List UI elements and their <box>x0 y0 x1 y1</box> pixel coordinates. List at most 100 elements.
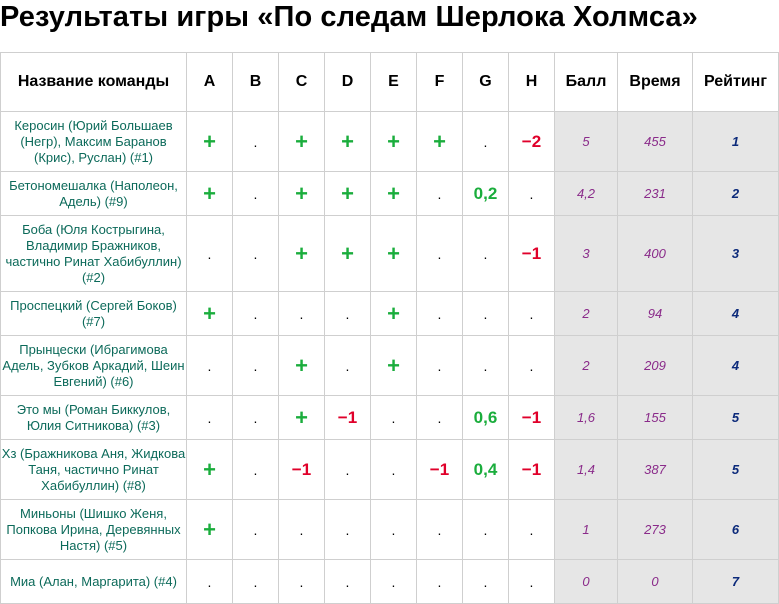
question-result-cell: −1 <box>278 439 325 500</box>
question-result-cell: . <box>232 291 279 336</box>
table-row: Миньоны (Шишко Женя, Попкова Ирина, Дере… <box>0 499 779 560</box>
team-name-cell: Бетономешалка (Наполеон, Адель) (#9) <box>0 171 187 216</box>
empty-mark: . <box>483 522 488 538</box>
question-result-cell: + <box>278 171 325 216</box>
question-result-cell: . <box>324 559 371 604</box>
table-row: Это мы (Роман Биккулов, Юлия Ситникова) … <box>0 395 779 440</box>
correct-mark: + <box>387 300 400 326</box>
score-cell: 2 <box>554 291 618 336</box>
question-result-cell: −2 <box>508 111 555 172</box>
team-name-cell: Миа (Алан, Маргарита) (#4) <box>0 559 187 604</box>
empty-mark: . <box>299 574 304 590</box>
score-cell: 1,6 <box>554 395 618 440</box>
question-result-cell: −1 <box>416 439 463 500</box>
empty-mark: . <box>437 246 442 262</box>
question-header-d: D <box>324 52 371 112</box>
penalty-mark: −1 <box>521 460 542 479</box>
question-result-cell: 0,2 <box>462 171 509 216</box>
question-result-cell: . <box>508 335 555 396</box>
question-result-cell: + <box>186 111 233 172</box>
question-result-cell: . <box>508 499 555 560</box>
empty-mark: . <box>207 358 212 374</box>
question-result-cell: + <box>370 291 417 336</box>
question-header-b: B <box>232 52 279 112</box>
empty-mark: . <box>391 574 396 590</box>
question-result-cell: . <box>186 395 233 440</box>
question-result-cell: + <box>370 335 417 396</box>
empty-mark: . <box>345 522 350 538</box>
empty-mark: . <box>345 462 350 478</box>
rating-cell: 4 <box>692 291 779 336</box>
correct-mark: + <box>341 128 354 154</box>
question-result-cell: . <box>508 559 555 604</box>
penalty-mark: −1 <box>521 244 542 263</box>
table-row: Миа (Алан, Маргарита) (#4)........ 0 0 7 <box>0 559 779 604</box>
time-cell: 273 <box>617 499 693 560</box>
empty-mark: . <box>437 522 442 538</box>
correct-mark: + <box>203 300 216 326</box>
question-result-cell: . <box>462 291 509 336</box>
empty-mark: . <box>437 358 442 374</box>
empty-mark: . <box>529 306 534 322</box>
rating-column-header: Рейтинг <box>692 52 779 112</box>
empty-mark: . <box>299 522 304 538</box>
question-result-cell: . <box>416 499 463 560</box>
empty-mark: . <box>391 522 396 538</box>
question-result-cell: + <box>186 499 233 560</box>
empty-mark: . <box>391 410 396 426</box>
question-result-cell: . <box>370 395 417 440</box>
correct-mark: + <box>295 404 308 430</box>
question-result-cell: 0,4 <box>462 439 509 500</box>
question-result-cell: . <box>232 215 279 292</box>
question-result-cell: . <box>186 215 233 292</box>
correct-mark: + <box>295 240 308 266</box>
partial-score-mark: 0,6 <box>473 408 498 427</box>
correct-mark: + <box>295 128 308 154</box>
question-header-f: F <box>416 52 463 112</box>
question-header-h: H <box>508 52 555 112</box>
score-cell: 2 <box>554 335 618 396</box>
question-result-cell: . <box>232 395 279 440</box>
score-cell: 3 <box>554 215 618 292</box>
empty-mark: . <box>253 358 258 374</box>
empty-mark: . <box>253 574 258 590</box>
empty-mark: . <box>437 186 442 202</box>
question-result-cell: . <box>416 559 463 604</box>
time-cell: 209 <box>617 335 693 396</box>
table-row: Прынцески (Ибрагимова Адель, Зубков Арка… <box>0 335 779 396</box>
time-cell: 94 <box>617 291 693 336</box>
rating-cell: 3 <box>692 215 779 292</box>
rating-cell: 4 <box>692 335 779 396</box>
penalty-mark: −1 <box>521 408 542 427</box>
empty-mark: . <box>207 246 212 262</box>
question-result-cell: . <box>416 395 463 440</box>
question-result-cell: . <box>370 499 417 560</box>
team-name-cell: Это мы (Роман Биккулов, Юлия Ситникова) … <box>0 395 187 440</box>
question-result-cell: + <box>324 111 371 172</box>
question-result-cell: . <box>232 111 279 172</box>
question-result-cell: . <box>324 335 371 396</box>
table-row: Керосин (Юрий Большаев (Негр), Максим Ба… <box>0 111 779 172</box>
empty-mark: . <box>345 306 350 322</box>
header-row: Название команды A B C D E F G H Балл Вр… <box>0 52 779 112</box>
score-cell: 5 <box>554 111 618 172</box>
empty-mark: . <box>529 574 534 590</box>
empty-mark: . <box>207 574 212 590</box>
score-cell: 4,2 <box>554 171 618 216</box>
penalty-mark: −1 <box>337 408 358 427</box>
results-table: Название команды A B C D E F G H Балл Вр… <box>0 52 779 604</box>
table-row: Хз (Бражникова Аня, Жидкова Таня, частич… <box>0 439 779 500</box>
time-column-header: Время <box>617 52 693 112</box>
question-result-cell: . <box>232 439 279 500</box>
team-name-cell: Проспецкий (Сергей Боков) (#7) <box>0 291 187 336</box>
question-result-cell: . <box>232 335 279 396</box>
table-row: Проспецкий (Сергей Боков) (#7) +... +... 2 9… <box>0 291 779 336</box>
empty-mark: . <box>345 574 350 590</box>
empty-mark: . <box>253 246 258 262</box>
time-cell: 231 <box>617 171 693 216</box>
score-cell: 0 <box>554 559 618 604</box>
empty-mark: . <box>483 358 488 374</box>
question-result-cell: . <box>278 291 325 336</box>
empty-mark: . <box>207 410 212 426</box>
correct-mark: + <box>203 516 216 542</box>
